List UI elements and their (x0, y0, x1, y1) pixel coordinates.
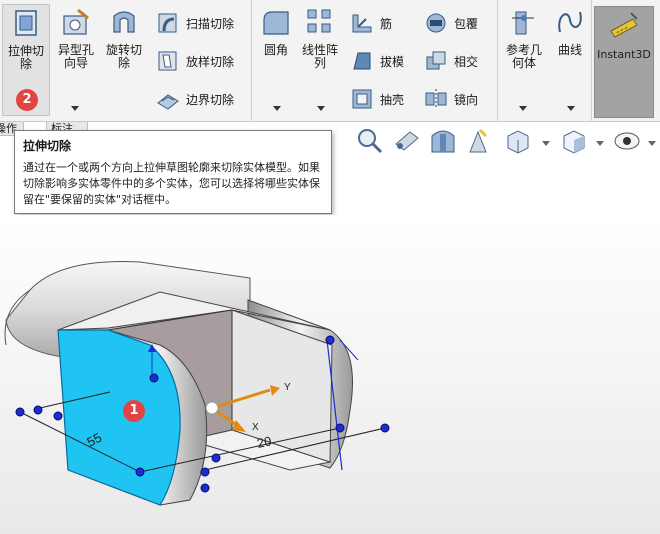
cut-features-group: 拉伸切 除 异型孔 向导 旋转切 除 扫描切除 放样切除 边界切除 (0, 0, 252, 122)
linear-pattern-label: 线性阵 列 (301, 43, 338, 70)
curves-icon (558, 11, 582, 33)
sketch-point[interactable] (200, 483, 210, 493)
mirror-label: 镜向 (454, 92, 479, 107)
draft-label: 拔模 (380, 54, 405, 69)
wrap-button[interactable]: 包覆 (424, 10, 478, 36)
reference-geometry-icon (512, 11, 534, 35)
display-style-dropdown[interactable] (542, 141, 550, 147)
hide-show-items-icon[interactable] (558, 126, 588, 156)
fillet-label: 圆角 (263, 43, 288, 57)
instant3d-icon (610, 12, 638, 38)
sketch-point[interactable] (200, 467, 210, 477)
fillet-icon (263, 11, 289, 35)
boundary-cut-button[interactable]: 边界切除 (156, 86, 234, 112)
tooltip-title: 拉伸切除 (23, 139, 72, 153)
heads-up-view-toolbar (330, 126, 660, 162)
mirror-icon (425, 89, 447, 109)
intersect-icon (426, 51, 446, 70)
revolve-cut-label: 旋转切 除 (105, 43, 142, 70)
hole-wizard-button[interactable]: 异型孔 向导 (52, 4, 100, 70)
linear-pattern-icon (307, 9, 331, 33)
sketch-point[interactable] (33, 405, 43, 415)
rib-icon (352, 14, 372, 33)
section-view-icon[interactable] (428, 126, 458, 156)
curves-dropdown[interactable] (566, 104, 576, 112)
hole-wizard-icon (63, 8, 89, 35)
curves-button[interactable]: 曲线 (546, 4, 594, 57)
sketch-point[interactable] (211, 453, 221, 463)
instant3d-button[interactable]: Instant3D (594, 6, 654, 118)
reference-dropdown[interactable] (518, 104, 528, 112)
previous-view-icon[interactable] (392, 126, 422, 156)
intersect-button[interactable]: 相交 (424, 48, 478, 74)
revolve-cut-icon (113, 11, 135, 33)
shell-button[interactable]: 抽壳 (350, 86, 404, 112)
sketch-point[interactable] (135, 467, 145, 477)
wrap-label: 包覆 (454, 16, 479, 31)
sweep-cut-label: 扫描切除 (186, 16, 235, 31)
linear-pattern-button[interactable]: 线性阵 列 (296, 4, 344, 70)
rib-label: 筋 (380, 16, 393, 31)
visibility-dropdown[interactable] (648, 141, 656, 147)
triad-origin[interactable] (205, 401, 219, 415)
hide-show-dropdown[interactable] (596, 141, 604, 147)
boundary-cut-icon (157, 94, 179, 110)
features-dropdown[interactable] (316, 104, 326, 112)
instant3d-label: Instant3D (597, 48, 651, 61)
display-style-icon[interactable] (502, 126, 532, 156)
wrap-icon (426, 13, 446, 33)
sweep-cut-button[interactable]: 扫描切除 (156, 10, 234, 36)
rib-button[interactable]: 筋 (350, 10, 392, 36)
pattern-dropdown[interactable] (272, 104, 282, 112)
tooltip-body: 通过在一个或两个方向上拉伸草图轮廓来切除实体模型。如果切除影响多实体零件中的多个… (23, 161, 320, 206)
sketch-point[interactable] (149, 373, 159, 383)
loft-cut-label: 放样切除 (186, 54, 235, 69)
shell-icon (352, 89, 372, 109)
cut-features-dropdown[interactable] (70, 104, 80, 112)
intersect-label: 相交 (454, 54, 479, 69)
command-manager-ribbon: 拉伸切 除 异型孔 向导 旋转切 除 扫描切除 放样切除 边界切除 圆角 线性阵… (0, 0, 660, 122)
zoom-icon[interactable] (354, 126, 384, 156)
graphics-area[interactable]: 55 20 Y X (0, 215, 660, 534)
sketch-point[interactable] (335, 423, 345, 433)
extrude-cut-label: 拉伸切 除 (7, 44, 44, 71)
reference-group: 参考几 何体 曲线 (498, 0, 592, 122)
boundary-cut-label: 边界切除 (186, 92, 235, 107)
visibility-eye-icon[interactable] (612, 126, 642, 156)
reference-geometry-button[interactable]: 参考几 何体 (500, 4, 548, 70)
shell-label: 抽壳 (380, 92, 405, 107)
step-badge-1: 1 (123, 400, 145, 422)
step-badge-2: 2 (16, 89, 38, 111)
extrude-cut-icon (15, 10, 37, 36)
sketch-point[interactable] (15, 407, 25, 417)
draft-button[interactable]: 拔模 (350, 48, 404, 74)
view-orientation-icon[interactable] (464, 126, 494, 156)
dim-label-20[interactable]: 20 (256, 433, 273, 451)
triad-y-label: Y (284, 382, 291, 393)
reference-geometry-label: 参考几 何体 (505, 43, 542, 70)
sweep-cut-icon (158, 13, 177, 33)
fillet-button[interactable]: 圆角 (252, 4, 300, 57)
sketch-point[interactable] (325, 335, 335, 345)
extrude-cut-tooltip: 拉伸切除 通过在一个或两个方向上拉伸草图轮廓来切除实体模型。如果切除影响多实体零… (14, 130, 332, 214)
sketch-point[interactable] (53, 411, 63, 421)
features-group: 圆角 线性阵 列 筋 拔模 抽壳 包覆 相交 镜向 (252, 0, 498, 122)
draft-icon (353, 52, 371, 70)
hole-wizard-label: 异型孔 向导 (57, 43, 94, 70)
revolve-cut-button[interactable]: 旋转切 除 (100, 4, 148, 70)
sketch-point[interactable] (380, 423, 390, 433)
curves-label: 曲线 (557, 43, 582, 57)
loft-cut-button[interactable]: 放样切除 (156, 48, 234, 74)
mirror-button[interactable]: 镜向 (424, 86, 478, 112)
triad-x-label: X (252, 422, 259, 433)
loft-cut-icon (158, 51, 177, 71)
